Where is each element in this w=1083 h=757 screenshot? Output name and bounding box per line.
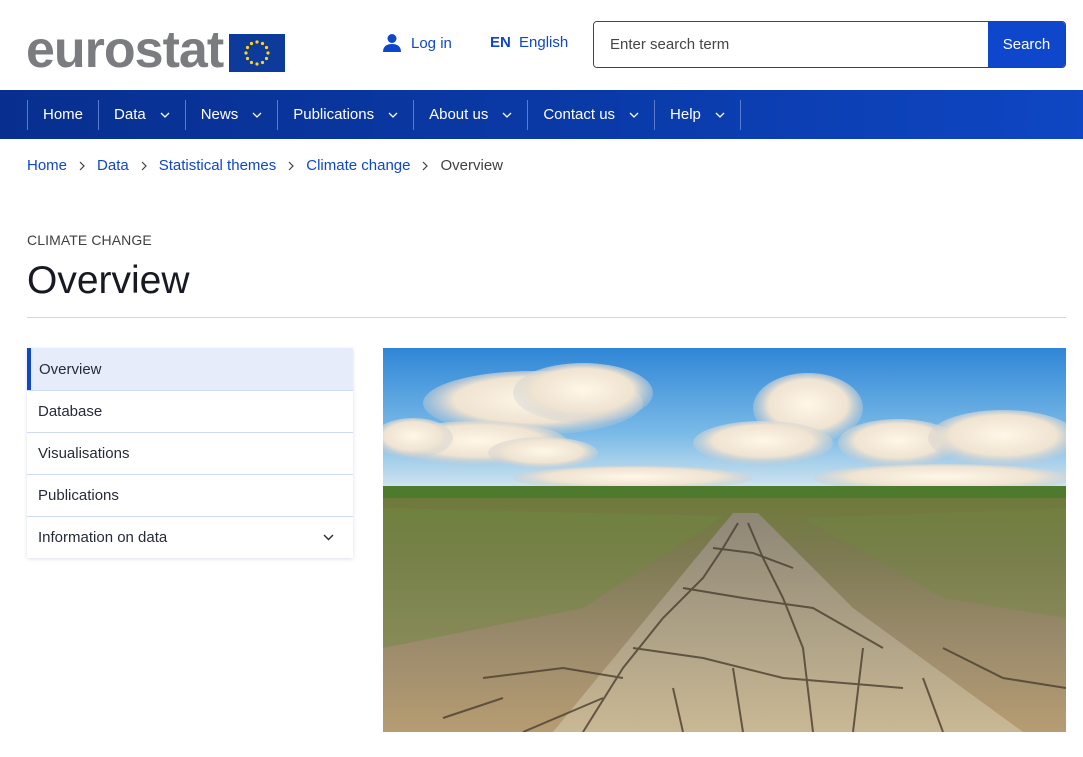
- eurostat-logo[interactable]: eurostat: [26, 21, 286, 79]
- language-label: English: [519, 34, 569, 51]
- nav-item-help[interactable]: Help: [654, 99, 741, 130]
- search-form: Search: [593, 21, 1066, 68]
- nav-item-data[interactable]: Data: [98, 99, 185, 130]
- chevron-down-icon: [502, 112, 512, 118]
- nav-item-label: Contact us: [543, 106, 616, 123]
- main-nav: Home Data News Publications About us Con…: [0, 90, 1083, 139]
- breadcrumb-statistical-themes[interactable]: Statistical themes: [159, 157, 277, 174]
- divider: [27, 317, 1066, 318]
- nav-item-label: About us: [429, 106, 489, 123]
- breadcrumb-home[interactable]: Home: [27, 157, 67, 174]
- side-nav-item-overview[interactable]: Overview: [27, 348, 353, 390]
- nav-item-news[interactable]: News: [184, 99, 278, 130]
- side-nav-item-information-on-data[interactable]: Information on data: [27, 516, 353, 558]
- logo-text: eurostat: [26, 21, 224, 79]
- breadcrumb: Home Data Statistical themes Climate cha…: [27, 157, 503, 174]
- nav-item-label: Home: [43, 106, 84, 123]
- nav-item-publications[interactable]: Publications: [277, 99, 413, 130]
- chevron-down-icon: [715, 112, 725, 118]
- search-button[interactable]: Search: [988, 22, 1065, 67]
- chevron-right-icon: [79, 161, 85, 170]
- chevron-right-icon: [288, 161, 295, 170]
- chevron-down-icon[interactable]: [323, 534, 334, 541]
- nav-item-label: News: [200, 106, 239, 123]
- nav-item-home[interactable]: Home: [27, 99, 98, 130]
- side-nav-label: Publications: [38, 487, 119, 504]
- site-header: eurostat Log in EN English Enter search …: [0, 0, 1083, 90]
- eu-flag-icon: [229, 34, 286, 72]
- side-nav-item-publications[interactable]: Publications: [27, 474, 353, 516]
- drought-landscape-illustration: [383, 348, 1066, 732]
- nav-item-label: Data: [114, 106, 146, 123]
- breadcrumb-data[interactable]: Data: [97, 157, 129, 174]
- chevron-down-icon: [629, 112, 639, 118]
- nav-item-about-us[interactable]: About us: [413, 99, 527, 130]
- breadcrumb-climate-change[interactable]: Climate change: [306, 157, 410, 174]
- user-icon: [383, 34, 401, 52]
- page-kicker: CLIMATE CHANGE: [27, 232, 152, 248]
- login-label: Log in: [411, 34, 452, 52]
- breadcrumb-current: Overview: [440, 157, 503, 174]
- chevron-down-icon: [160, 112, 170, 118]
- side-nav-label: Information on data: [38, 529, 168, 546]
- search-input[interactable]: [594, 22, 988, 67]
- side-nav-item-visualisations[interactable]: Visualisations: [27, 432, 353, 474]
- login-link[interactable]: Log in: [382, 33, 452, 53]
- chevron-down-icon: [252, 112, 262, 118]
- side-nav-label: Database: [38, 403, 103, 420]
- side-nav-item-database[interactable]: Database: [27, 390, 353, 432]
- chevron-down-icon: [388, 112, 398, 118]
- nav-item-contact-us[interactable]: Contact us: [527, 99, 654, 130]
- language-code: EN: [490, 34, 511, 51]
- side-nav-label: Overview: [39, 360, 102, 378]
- side-nav: Overview Database Visualisations Publica…: [27, 348, 353, 558]
- chevron-right-icon: [141, 161, 147, 170]
- chevron-right-icon: [423, 161, 429, 170]
- nav-item-label: Help: [670, 106, 701, 123]
- nav-item-label: Publications: [293, 106, 375, 123]
- side-nav-label: Visualisations: [38, 445, 130, 462]
- hero-image: [383, 348, 1066, 732]
- page-title: Overview: [27, 259, 190, 302]
- language-selector[interactable]: EN English: [490, 34, 568, 51]
